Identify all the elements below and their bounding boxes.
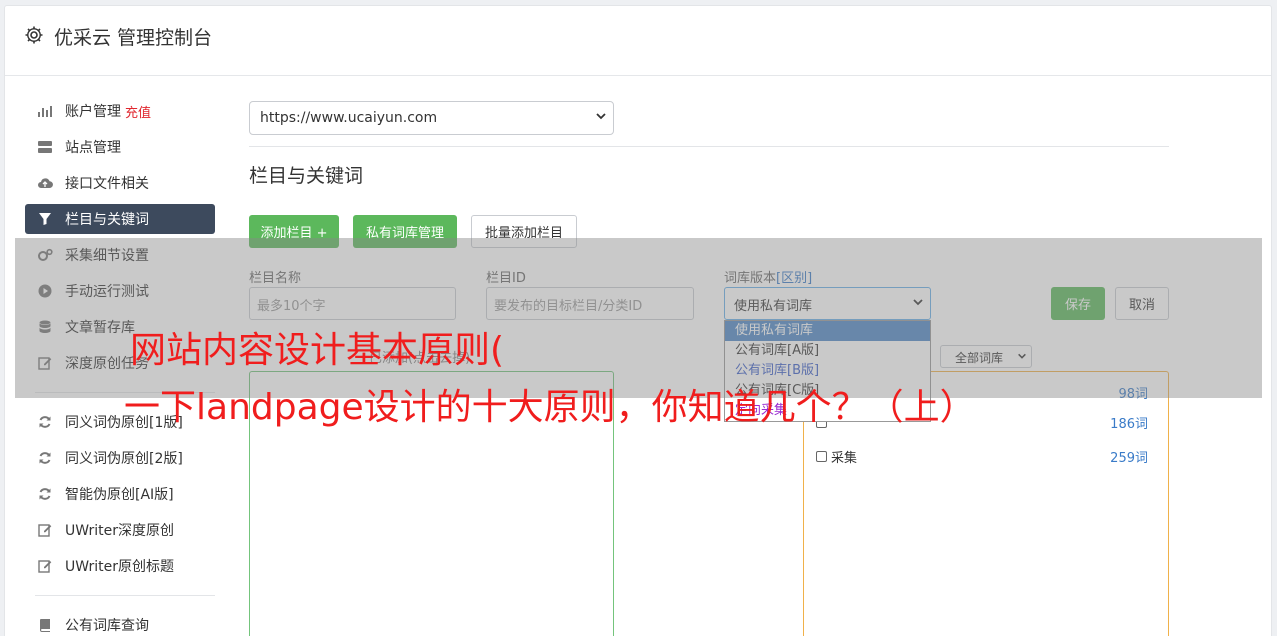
sidebar-item-account[interactable]: 账户管理 充值 [25, 96, 215, 126]
divider [249, 146, 1169, 147]
sidebar-item-label: 栏目与关键词 [65, 212, 149, 228]
gear-icon [24, 25, 44, 45]
sidebar-item-label: 公有词库查询 [65, 618, 149, 634]
sidebar-item-label: 智能伪原创[AI版] [65, 487, 174, 503]
book-icon [37, 617, 53, 633]
sidebar-item-sites[interactable]: 站点管理 [25, 132, 215, 162]
sidebar-item-label: 接口文件相关 [65, 176, 149, 192]
sidebar-item-synonym-v2[interactable]: 同义词伪原创[2版] [25, 443, 215, 473]
app-title: 优采云 管理控制台 [54, 27, 213, 49]
refresh-icon [37, 486, 53, 502]
site-select-value: https://www.ucaiyun.com [260, 110, 438, 126]
header: 优采云 管理控制台 [5, 6, 1271, 76]
edit-icon [37, 522, 53, 538]
sidebar-item-ai-rewrite[interactable]: 智能伪原创[AI版] [25, 479, 215, 509]
library-count: 186词 [1110, 417, 1148, 432]
bar-chart-icon [37, 103, 53, 119]
chevron-down-icon [595, 110, 607, 126]
cloud-upload-icon [37, 175, 53, 191]
sidebar-item-label: 同义词伪原创[2版] [65, 451, 183, 467]
sidebar-divider [35, 595, 215, 596]
filter-icon [37, 211, 53, 227]
watermark-line2: 一下landpage设计的十大原则，你知道几个？（上） [124, 387, 976, 428]
refresh-icon [37, 414, 53, 430]
library-name: 采集 [831, 451, 858, 466]
sidebar-item-label: UWriter原创标题 [65, 559, 174, 575]
watermark-line1: 网站内容设计基本原则( [130, 330, 505, 371]
sidebar-item-columns[interactable]: 栏目与关键词 [25, 204, 215, 234]
library-count: 259词 [1110, 451, 1148, 466]
watermark-overlay [15, 238, 1262, 398]
sidebar-item-interface[interactable]: 接口文件相关 [25, 168, 215, 198]
library-row[interactable]: 采集 259词 [816, 447, 1156, 466]
recharge-link[interactable]: 充值 [125, 102, 151, 121]
refresh-icon [37, 450, 53, 466]
sidebar-item-label: UWriter深度原创 [65, 523, 174, 539]
sidebar-item-label: 账户管理 [65, 104, 121, 120]
sidebar-item-uwriter-title[interactable]: UWriter原创标题 [25, 551, 215, 581]
server-icon [37, 139, 53, 155]
sidebar-item-public-lib-query[interactable]: 公有词库查询 [25, 610, 215, 636]
section-title: 栏目与关键词 [249, 165, 364, 187]
sidebar-item-uwriter-deep[interactable]: UWriter深度原创 [25, 515, 215, 545]
sidebar-item-label: 站点管理 [65, 140, 121, 156]
edit-icon [37, 558, 53, 574]
library-checkbox[interactable] [816, 451, 827, 462]
site-select[interactable]: https://www.ucaiyun.com [249, 101, 614, 135]
